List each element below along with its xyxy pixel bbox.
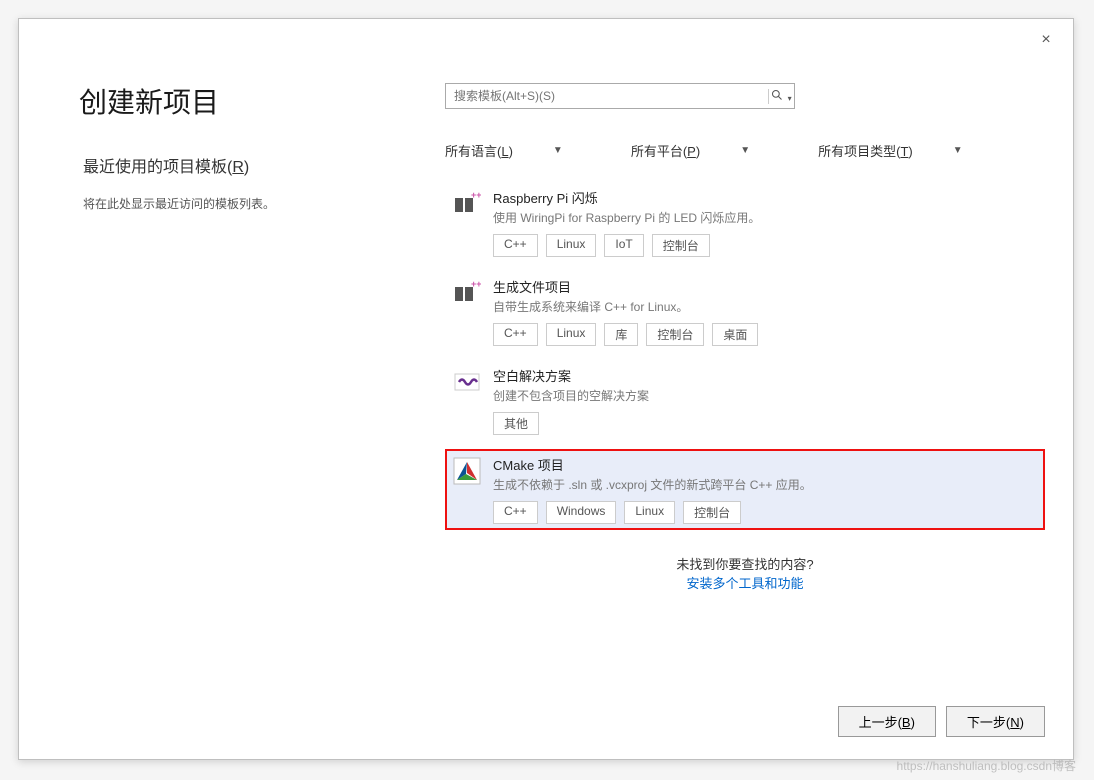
template-tag: C++ (493, 501, 538, 524)
template-tag: Linux (546, 323, 597, 346)
template-tag: 控制台 (652, 234, 710, 257)
template-icon (453, 457, 481, 485)
not-found-text: 未找到你要查找的内容? (445, 554, 1045, 573)
template-description: 生成不依赖于 .sln 或 .vcxproj 文件的新式跨平台 C++ 应用。 (493, 476, 1037, 493)
filter-project-type[interactable]: 所有项目类型(T) ▼ (818, 141, 963, 160)
create-project-dialog: × 创建新项目 最近使用的项目模板(R) 将在此处显示最近访问的模板列表。 ▾ … (18, 18, 1074, 760)
template-tags: C++ Windows Linux 控制台 (493, 501, 1037, 524)
filter-bar: 所有语言(L) ▼ 所有平台(P) ▼ 所有项目类型(T) ▼ (445, 141, 1045, 160)
template-description: 创建不包含项目的空解决方案 (493, 387, 1037, 404)
filter-language[interactable]: 所有语言(L) ▼ (445, 141, 563, 160)
templates-panel: ▾ 所有语言(L) ▼ 所有平台(P) ▼ 所有项目类型(T) ▼ (427, 153, 1045, 592)
template-icon: ++ (453, 190, 481, 218)
template-tag: 控制台 (683, 501, 741, 524)
template-list: ++ Raspberry Pi 闪烁使用 WiringPi for Raspber… (445, 182, 1045, 530)
template-icon: ++ (453, 279, 481, 307)
template-title: 生成文件项目 (493, 277, 1037, 296)
back-button[interactable]: 上一步(B) (838, 706, 936, 737)
chevron-down-icon: ▼ (553, 145, 563, 156)
template-tag: Linux (624, 501, 675, 524)
template-tag: 其他 (493, 412, 539, 435)
template-tag: Linux (546, 234, 597, 257)
template-tag: 桌面 (712, 323, 758, 346)
recent-templates-empty-text: 将在此处显示最近访问的模板列表。 (83, 195, 427, 212)
chevron-down-icon: ▼ (953, 145, 963, 156)
install-tools-link[interactable]: 安装多个工具和功能 (445, 573, 1045, 592)
close-button[interactable]: × (1033, 27, 1059, 53)
template-tags: C++ Linux IoT 控制台 (493, 234, 1037, 257)
recent-templates-heading: 最近使用的项目模板(R) (83, 153, 427, 177)
template-tags: 其他 (493, 412, 1037, 435)
template-tag: Windows (546, 501, 617, 524)
template-tag: C++ (493, 234, 538, 257)
close-icon: × (1041, 31, 1050, 49)
svg-text:++: ++ (471, 190, 481, 200)
recent-templates-panel: 最近使用的项目模板(R) 将在此处显示最近访问的模板列表。 (47, 153, 427, 592)
template-item[interactable]: 空白解决方案创建不包含项目的空解决方案其他 (445, 360, 1045, 441)
dialog-buttons: 上一步(B) 下一步(N) (838, 706, 1045, 737)
template-item[interactable]: CMake 项目生成不依赖于 .sln 或 .vcxproj 文件的新式跨平台 … (445, 449, 1045, 530)
search-box[interactable]: ▾ (445, 83, 795, 109)
content-area: 最近使用的项目模板(R) 将在此处显示最近访问的模板列表。 ▾ 所有语言(L) … (47, 153, 1045, 592)
watermark-text: https://hanshuliang.blog.csdn博客 (897, 757, 1076, 774)
svg-text:++: ++ (471, 279, 481, 289)
template-tag: C++ (493, 323, 538, 346)
template-tag: 控制台 (646, 323, 704, 346)
template-tag: IoT (604, 234, 643, 257)
template-icon (453, 368, 481, 396)
template-item[interactable]: ++ Raspberry Pi 闪烁使用 WiringPi for Raspber… (445, 182, 1045, 263)
template-title: CMake 项目 (493, 455, 1037, 474)
template-title: 空白解决方案 (493, 366, 1037, 385)
chevron-down-icon: ▼ (740, 145, 750, 156)
search-input[interactable] (446, 84, 768, 108)
template-tags: C++ Linux 库控制台桌面 (493, 323, 1037, 346)
template-title: Raspberry Pi 闪烁 (493, 188, 1037, 207)
template-description: 使用 WiringPi for Raspberry Pi 的 LED 闪烁应用。 (493, 209, 1037, 226)
next-button[interactable]: 下一步(N) (946, 706, 1045, 737)
search-icon[interactable]: ▾ (768, 89, 794, 104)
template-item[interactable]: ++ 生成文件项目自带生成系统来编译 C++ for Linux。 C++ Linux… (445, 271, 1045, 352)
not-found-section: 未找到你要查找的内容? 安装多个工具和功能 (445, 554, 1045, 592)
template-tag: 库 (604, 323, 638, 346)
template-description: 自带生成系统来编译 C++ for Linux。 (493, 298, 1037, 315)
filter-platform[interactable]: 所有平台(P) ▼ (631, 141, 750, 160)
